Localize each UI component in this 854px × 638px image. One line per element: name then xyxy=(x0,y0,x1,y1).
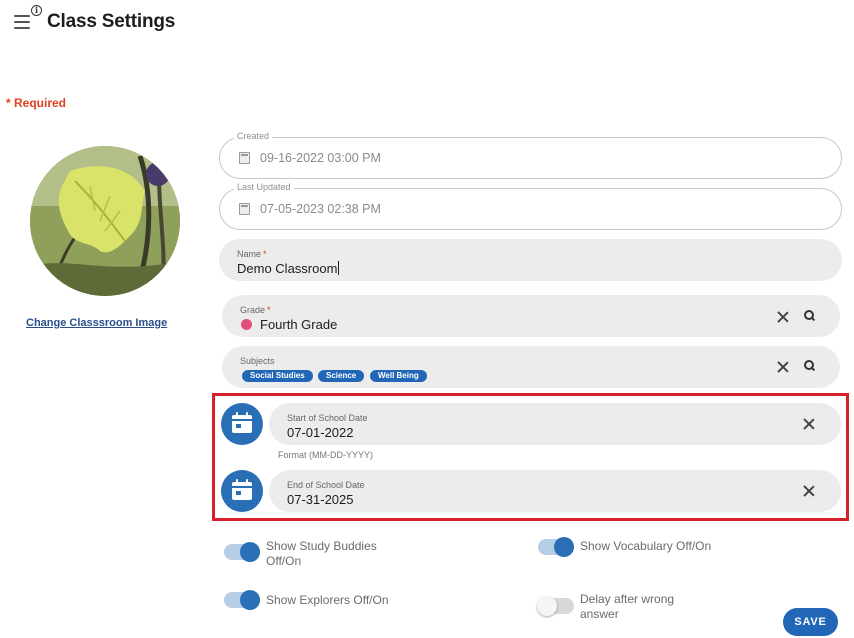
explorers-toggle[interactable] xyxy=(224,590,260,610)
start-date-label: Start of School Date xyxy=(287,413,368,423)
end-date-value[interactable]: 07-31-2025 xyxy=(287,492,354,507)
info-icon[interactable]: i xyxy=(31,5,42,16)
date-format-hint: Format (MM-DD-YYYY) xyxy=(278,450,373,460)
explorers-label: Show Explorers Off/On xyxy=(266,593,389,607)
study-buddies-label: Show Study Buddies Off/On xyxy=(266,539,377,568)
study-buddies-toggle[interactable] xyxy=(224,542,260,562)
subject-chip[interactable]: Science xyxy=(318,370,365,382)
start-date-calendar-button[interactable] xyxy=(221,403,263,445)
grade-color-dot xyxy=(241,319,252,330)
start-date-value[interactable]: 07-01-2022 xyxy=(287,425,354,440)
end-date-label: End of School Date xyxy=(287,480,365,490)
subject-chip[interactable]: Well Being xyxy=(370,370,427,382)
last-updated-label: Last Updated xyxy=(234,182,294,192)
start-date-field[interactable]: Start of School Date 07-01-2022 xyxy=(269,403,841,445)
grade-field[interactable]: Grade * Fourth Grade xyxy=(222,295,840,337)
vocabulary-toggle[interactable] xyxy=(538,537,574,557)
name-label: Name * xyxy=(237,249,267,259)
vocabulary-label: Show Vocabulary Off/On xyxy=(580,539,712,553)
subjects-label: Subjects xyxy=(240,356,275,366)
required-note: * Required xyxy=(6,96,67,110)
page-title: Class Settings xyxy=(47,11,176,32)
menu-icon[interactable] xyxy=(14,15,30,29)
subject-chip[interactable]: Social Studies xyxy=(242,370,313,382)
created-label: Created xyxy=(234,131,273,141)
name-input[interactable]: Demo Classroom xyxy=(237,261,340,276)
text-caret xyxy=(338,261,340,275)
search-icon[interactable] xyxy=(804,360,816,372)
change-classroom-image-link[interactable]: Change Classsroom Image xyxy=(26,317,167,329)
clear-icon[interactable] xyxy=(802,484,816,498)
clear-icon[interactable] xyxy=(802,417,816,431)
created-value: 09-16-2022 03:00 PM xyxy=(260,151,381,165)
end-date-calendar-button[interactable] xyxy=(221,470,263,512)
name-field[interactable]: Name * Demo Classroom xyxy=(219,239,842,281)
grade-label: Grade * xyxy=(240,305,271,315)
delay-wrong-answer-toggle[interactable] xyxy=(537,596,574,616)
grade-value: Fourth Grade xyxy=(260,317,338,332)
subjects-field[interactable]: Subjects Social Studies Science Well Bei… xyxy=(222,346,840,388)
last-updated-field: Last Updated 07-05-2023 02:38 PM xyxy=(219,182,842,230)
search-icon[interactable] xyxy=(804,310,816,322)
leaf-image xyxy=(30,146,180,296)
calendar-icon xyxy=(232,482,252,500)
end-date-field[interactable]: End of School Date 07-31-2025 xyxy=(269,470,841,512)
calendar-icon xyxy=(239,152,250,164)
delay-wrong-answer-label: Delay after wrong answer xyxy=(580,592,675,621)
clear-icon[interactable] xyxy=(776,360,790,374)
created-field: Created 09-16-2022 03:00 PM xyxy=(219,131,842,179)
clear-icon[interactable] xyxy=(776,310,790,324)
classroom-image xyxy=(30,146,180,296)
calendar-icon xyxy=(239,203,250,215)
calendar-icon xyxy=(232,415,252,433)
last-updated-value: 07-05-2023 02:38 PM xyxy=(260,202,381,216)
save-button[interactable]: SAVE xyxy=(783,608,838,636)
